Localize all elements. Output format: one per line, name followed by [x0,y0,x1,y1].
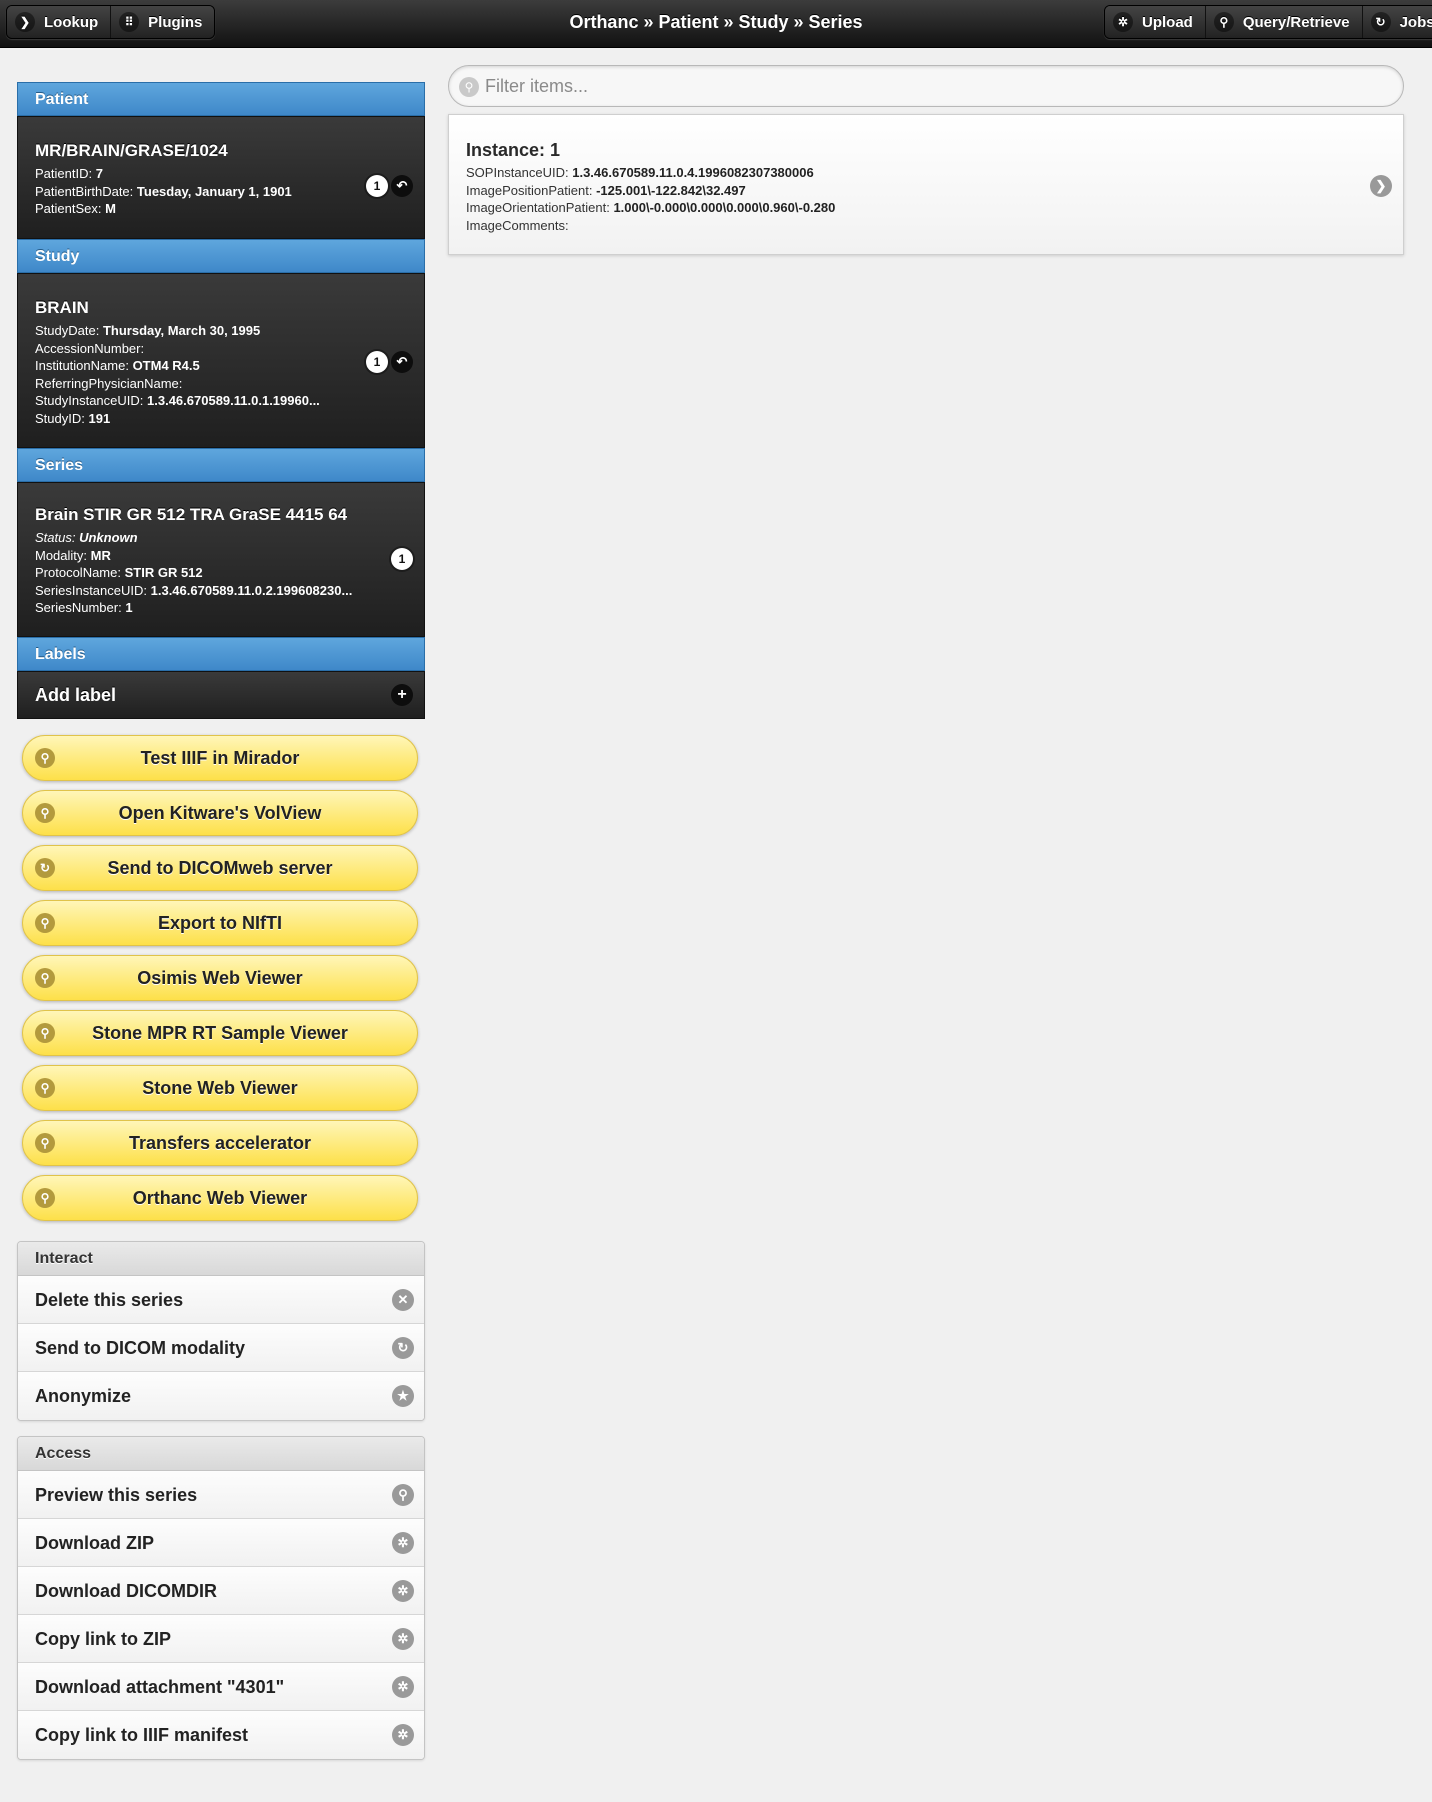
jobs-button[interactable]: ↻ Jobs [1362,6,1432,38]
search-icon: ⚲ [35,1078,55,1098]
add-label-button[interactable]: Add label + [17,671,425,719]
copy-link-zip-item[interactable]: Copy link to ZIP ✲ [18,1615,424,1663]
study-field: InstitutionName: OTM4 R4.5 [35,358,200,373]
count-badge: 1 [366,175,388,197]
gear-icon: ✲ [392,1628,414,1650]
open-volview-button[interactable]: ⚲ Open Kitware's VolView [22,790,418,836]
download-attachment-item[interactable]: Download attachment "4301" ✲ [18,1663,424,1711]
search-icon: ⚲ [35,968,55,988]
interact-panel: Interact Delete this series ✕ Send to DI… [17,1241,425,1421]
gear-icon: ✲ [392,1532,414,1554]
upload-button[interactable]: ✲ Upload [1105,6,1206,38]
upload-button-label: Upload [1142,13,1193,31]
instance-field: ImageComments: [466,217,569,233]
access-title: Access [18,1437,424,1471]
preview-series-item[interactable]: Preview this series ⚲ [18,1471,424,1519]
delete-series-item[interactable]: Delete this series ✕ [18,1276,424,1324]
refresh-icon: ↻ [1370,12,1391,32]
labels-band: Labels [17,637,425,671]
gear-icon: ✲ [1113,12,1133,32]
add-label-text: Add label [35,685,117,705]
undo-icon[interactable]: ↶ [391,175,413,197]
series-field: Modality: MR [35,547,111,563]
study-field: AccessionNumber: [35,340,145,356]
series-field: SeriesInstanceUID: 1.3.46.670589.11.0.2.… [35,582,353,598]
filter-box: ⚲ [448,65,1404,107]
query-retrieve-button-label: Query/Retrieve [1242,13,1350,31]
chevron-right-icon[interactable]: ❯ [1370,175,1392,197]
copy-link-iiif-item[interactable]: Copy link to IIIF manifest ✲ [18,1711,424,1759]
search-icon: ⚲ [35,1133,55,1153]
search-icon: ⚲ [35,1188,55,1208]
search-icon: ⚲ [459,77,479,97]
patient-card[interactable]: MR/BRAIN/GRASE/1024 PatientID: 7 Patient… [17,116,425,239]
stone-web-viewer-button[interactable]: ⚲ Stone Web Viewer [22,1065,418,1111]
search-icon: ⚲ [35,748,55,768]
series-field: ProtocolName: STIR GR 512 [35,565,203,580]
study-card[interactable]: BRAIN StudyDate: Thursday, March 30, 199… [17,273,425,448]
undo-icon[interactable]: ↶ [391,351,413,373]
top-header: ❯ Lookup ⠿ Plugins Orthanc » Patient » S… [0,0,1432,48]
study-field: StudyID: 191 [35,410,111,426]
download-zip-item[interactable]: Download ZIP ✲ [18,1519,424,1567]
instance-field: ImageOrientationPatient: 1.000\-0.000\0.… [466,200,836,215]
study-field: StudyDate: Thursday, March 30, 1995 [35,323,261,338]
series-status: Status: Unknown [35,530,138,545]
osimis-viewer-button[interactable]: ⚲ Osimis Web Viewer [22,955,418,1001]
patient-field: PatientBirthDate: Tuesday, January 1, 19… [35,183,292,199]
send-dicom-modality-item[interactable]: Send to DICOM modality ↻ [18,1324,424,1372]
anonymize-item[interactable]: Anonymize ★ [18,1372,424,1420]
export-nifti-button[interactable]: ⚲ Export to NIfTI [22,900,418,946]
plugin-buttons: ⚲ Test IIIF in Mirador ⚲ Open Kitware's Vo… [17,735,425,1221]
search-icon: ⚲ [392,1484,414,1506]
count-badge: 1 [366,351,388,373]
gear-icon: ✲ [392,1724,414,1746]
instance-title: Instance: 1 [466,140,561,160]
instance-field: ImagePositionPatient: -125.001\-122.842\… [466,182,746,198]
patient-band: Patient [17,82,425,116]
instance-field: SOPInstanceUID: 1.3.46.670589.11.0.4.199… [466,165,814,180]
header-right-group: ✲ Upload ⚲ Query/Retrieve ↻ Jobs [1104,5,1432,39]
query-retrieve-button[interactable]: ⚲ Query/Retrieve [1205,6,1363,38]
search-icon: ⚲ [35,1023,55,1043]
search-icon: ⚲ [35,803,55,823]
send-dicomweb-button[interactable]: ↻ Send to DICOMweb server [22,845,418,891]
series-name: Brain STIR GR 512 TRA GraSE 4415 64 [35,505,348,524]
send-icon: ↻ [35,858,55,878]
search-icon: ⚲ [35,913,55,933]
instance-item[interactable]: Instance: 1 SOPInstanceUID: 1.3.46.67058… [448,114,1404,255]
gear-icon: ✲ [392,1676,414,1698]
study-band: Study [17,239,425,273]
plus-icon: + [391,684,413,706]
interact-title: Interact [18,1242,424,1276]
gear-icon: ✲ [392,1580,414,1602]
access-panel: Access Preview this series ⚲ Download ZI… [17,1436,425,1760]
study-name: BRAIN [35,298,89,317]
series-band: Series [17,448,425,482]
search-icon: ⚲ [1213,12,1234,32]
patient-field: PatientSex: M [35,201,116,216]
jobs-button-label: Jobs [1399,13,1432,31]
orthanc-web-viewer-button[interactable]: ⚲ Orthanc Web Viewer [22,1175,418,1221]
stone-mpr-viewer-button[interactable]: ⚲ Stone MPR RT Sample Viewer [22,1010,418,1056]
transfers-accelerator-button[interactable]: ⚲ Transfers accelerator [22,1120,418,1166]
patient-field: PatientID: 7 [35,166,103,181]
count-badge: 1 [391,548,413,570]
test-iiif-mirador-button[interactable]: ⚲ Test IIIF in Mirador [22,735,418,781]
study-field: ReferringPhysicianName: [35,375,183,391]
send-icon: ↻ [392,1337,414,1359]
series-field: SeriesNumber: 1 [35,600,133,615]
left-column: Patient MR/BRAIN/GRASE/1024 PatientID: 7… [17,82,425,1760]
delete-icon: ✕ [392,1289,414,1311]
patient-name: MR/BRAIN/GRASE/1024 [35,141,228,160]
study-field: StudyInstanceUID: 1.3.46.670589.11.0.1.1… [35,393,320,408]
filter-input[interactable] [485,66,1385,106]
star-icon: ★ [392,1385,414,1407]
series-card: Brain STIR GR 512 TRA GraSE 4415 64 Stat… [17,482,425,637]
download-dicomdir-item[interactable]: Download DICOMDIR ✲ [18,1567,424,1615]
